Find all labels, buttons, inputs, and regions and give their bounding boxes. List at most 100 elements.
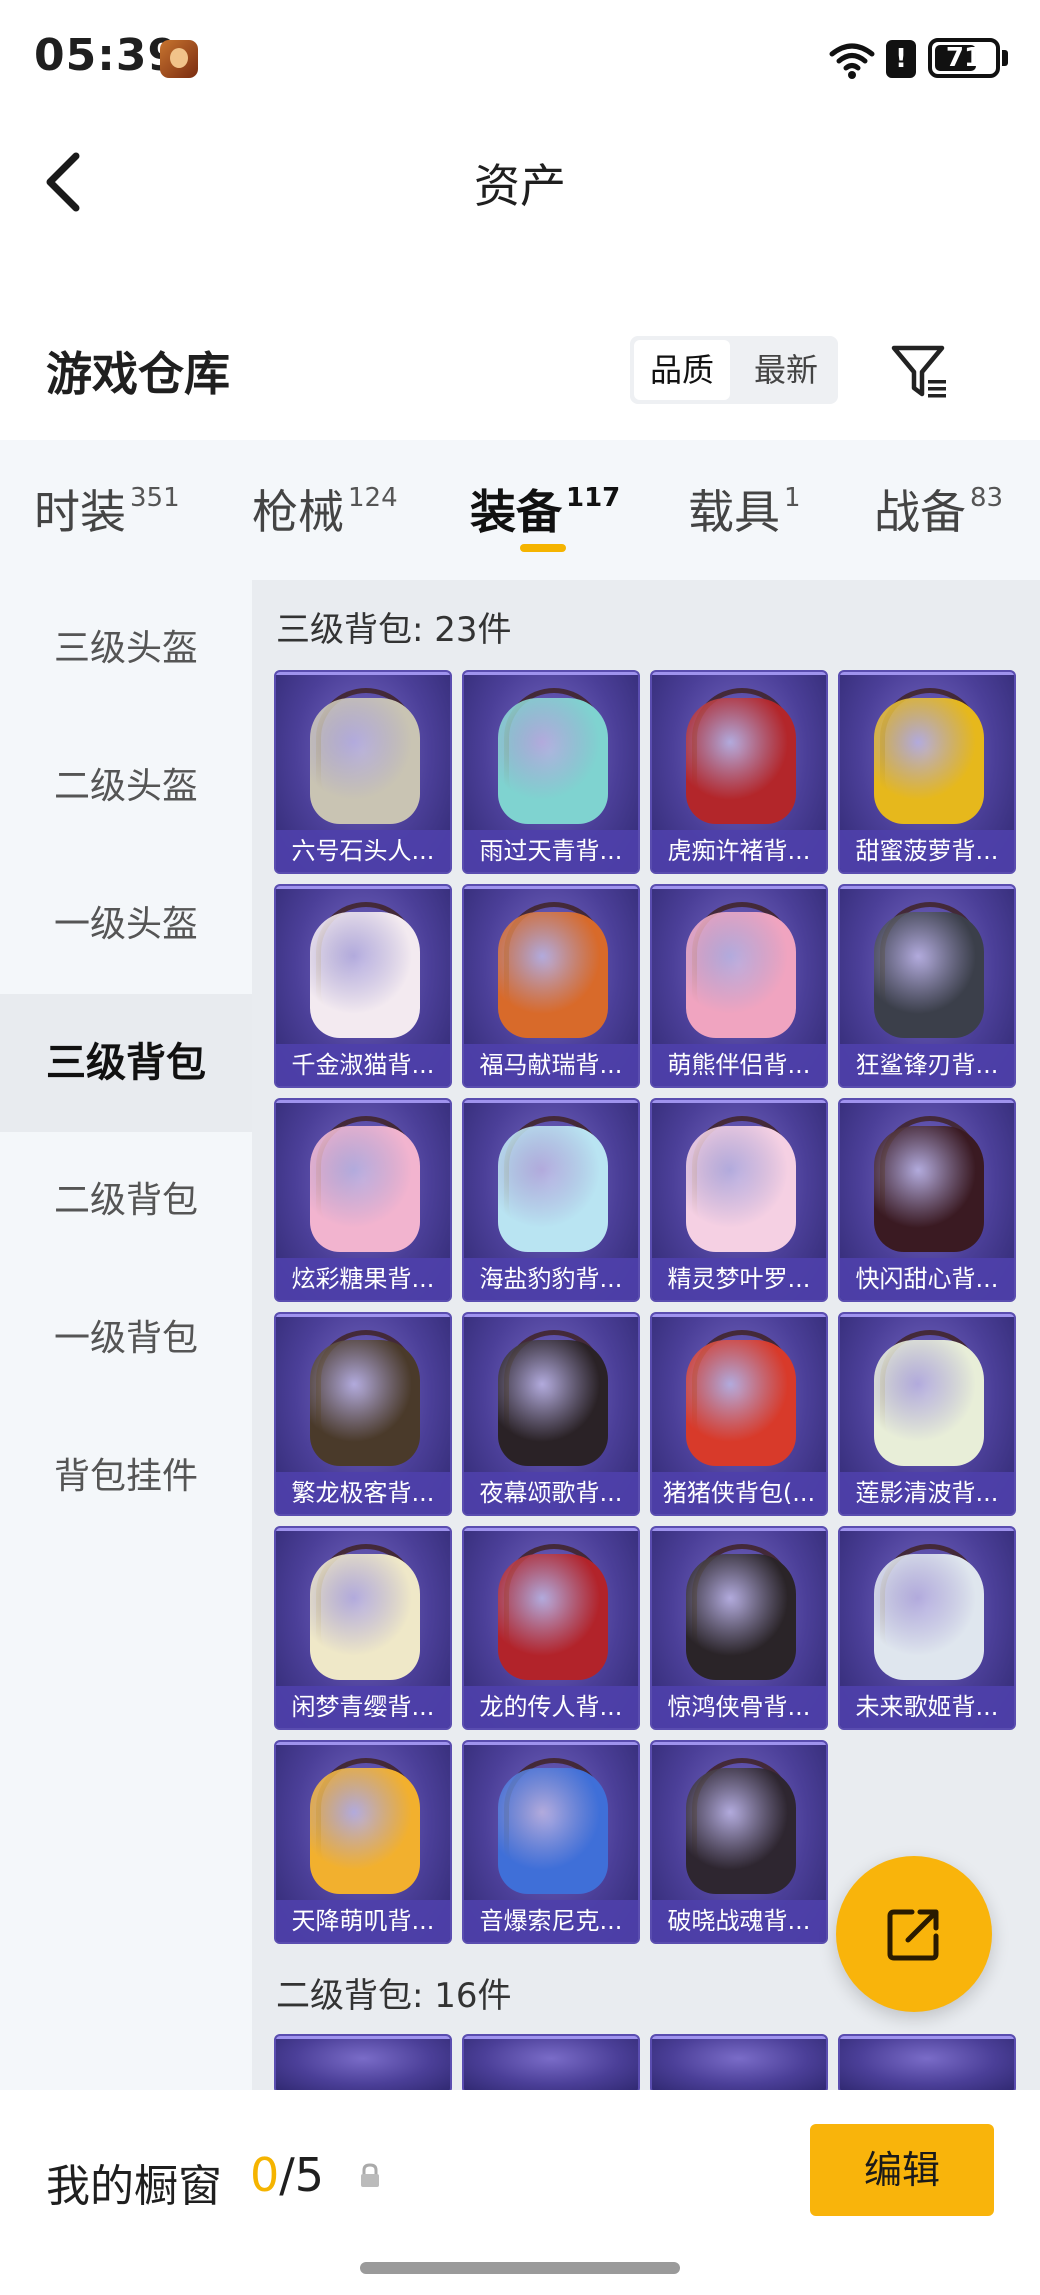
item-card[interactable]: 夜幕颂歌背... — [462, 1312, 640, 1516]
sidebar-item-level3-helmet[interactable]: 三级头盔 — [0, 580, 252, 718]
sidebar-item-level3-backpack[interactable]: 三级背包 — [0, 994, 252, 1132]
item-card[interactable]: 龙的传人背... — [462, 1526, 640, 1730]
item-name: 猪猪侠背包(... — [652, 1472, 826, 1514]
item-name: 破晓战魂背... — [652, 1900, 826, 1942]
item-name: 雨过天青背... — [464, 830, 638, 872]
backpack-image — [686, 1768, 796, 1894]
backpack-image — [310, 1340, 420, 1466]
filter-button[interactable] — [888, 340, 952, 404]
warehouse-title: 游戏仓库 — [46, 347, 230, 401]
item-card[interactable]: 音爆索尼克... — [462, 1740, 640, 1944]
tab-count: 83 — [970, 483, 1004, 513]
item-card[interactable]: 快闪甜心背... — [838, 1098, 1016, 1302]
item-card[interactable]: 猪猪侠背包(... — [650, 1312, 828, 1516]
wifi-icon — [829, 43, 875, 79]
tab-vehicles[interactable]: 载具 1 — [688, 476, 801, 542]
sidebar-item-level1-helmet[interactable]: 一级头盔 — [0, 856, 252, 994]
item-name: 炫彩糖果背... — [276, 1258, 450, 1300]
page-title: 资产 — [474, 159, 566, 213]
item-name: 龙的传人背... — [464, 1686, 638, 1728]
item-card[interactable]: 海盐豹豹背... — [462, 1098, 640, 1302]
item-card[interactable]: 精灵梦叶罗... — [650, 1098, 828, 1302]
backpack-image — [874, 1126, 984, 1252]
item-card[interactable]: 千金淑猫背... — [274, 884, 452, 1088]
item-card[interactable]: 雨过天青背... — [462, 670, 640, 874]
tab-firearms[interactable]: 枪械 124 — [252, 476, 398, 542]
status-time: 05:39 — [34, 30, 180, 81]
tab-label: 装备 — [470, 485, 562, 539]
backpack-image — [310, 698, 420, 824]
item-card[interactable]: 未来歌姬背... — [838, 1526, 1016, 1730]
sidebar-item-level1-backpack[interactable]: 一级背包 — [0, 1270, 252, 1408]
backpack-image — [498, 1554, 608, 1680]
tab-equipment[interactable]: 装备 117 — [470, 476, 620, 542]
item-card[interactable] — [274, 2034, 452, 2090]
backpack-image — [310, 1554, 420, 1680]
item-card[interactable] — [838, 2034, 1016, 2090]
item-card[interactable]: 甜蜜菠萝背... — [838, 670, 1016, 874]
item-card[interactable]: 莲影清波背... — [838, 1312, 1016, 1516]
item-name: 闲梦青缨背... — [276, 1686, 450, 1728]
item-card[interactable] — [650, 2034, 828, 2090]
edit-button[interactable]: 编辑 — [810, 2124, 994, 2216]
tab-label: 载具 — [688, 485, 780, 539]
item-name: 音爆索尼克... — [464, 1900, 638, 1942]
item-card[interactable]: 虎痴许褚背... — [650, 670, 828, 874]
item-card[interactable]: 闲梦青缨背... — [274, 1526, 452, 1730]
item-card[interactable]: 六号石头人... — [274, 670, 452, 874]
item-name: 繁龙极客背... — [276, 1472, 450, 1514]
tab-label: 时装 — [34, 485, 126, 539]
sidebar-item-level2-backpack[interactable]: 二级背包 — [0, 1132, 252, 1270]
home-indicator[interactable] — [360, 2262, 680, 2274]
sort-quality-option[interactable]: 品质 — [634, 340, 730, 400]
item-card[interactable]: 繁龙极客背... — [274, 1312, 452, 1516]
share-button[interactable] — [836, 1856, 992, 2012]
item-card[interactable]: 萌熊伴侣背... — [650, 884, 828, 1088]
item-card[interactable]: 福马献瑞背... — [462, 884, 640, 1088]
sort-newest-option[interactable]: 最新 — [738, 340, 834, 400]
showcase-count: 0/5 — [250, 2148, 324, 2202]
app-notification-icon — [160, 40, 198, 78]
backpack-image — [310, 1768, 420, 1894]
category-tab-bar: 时装 351 枪械 124 装备 117 载具 1 战备 83 — [0, 440, 1040, 580]
group-title-level3: 三级背包: 23件 — [276, 610, 512, 650]
item-name: 未来歌姬背... — [840, 1686, 1014, 1728]
backpack-image — [310, 1126, 420, 1252]
backpack-image — [686, 1554, 796, 1680]
item-name: 甜蜜菠萝背... — [840, 830, 1014, 872]
item-card[interactable] — [462, 2034, 640, 2090]
item-name: 千金淑猫背... — [276, 1044, 450, 1086]
item-name: 快闪甜心背... — [840, 1258, 1014, 1300]
tab-fashion[interactable]: 时装 351 — [34, 476, 180, 542]
showcase-total: /5 — [279, 2148, 325, 2202]
sidebar-item-backpack-pendant[interactable]: 背包挂件 — [0, 1408, 252, 1546]
item-name: 惊鸿侠骨背... — [652, 1686, 826, 1728]
item-card[interactable]: 惊鸿侠骨背... — [650, 1526, 828, 1730]
tab-count: 1 — [784, 483, 801, 513]
backpack-image — [498, 912, 608, 1038]
sidebar-item-level2-helmet[interactable]: 二级头盔 — [0, 718, 252, 856]
battery-tip — [1002, 50, 1008, 66]
item-card[interactable]: 狂鲨锋刃背... — [838, 884, 1016, 1088]
backpack-image — [498, 1768, 608, 1894]
item-name: 莲影清波背... — [840, 1472, 1014, 1514]
item-name: 夜幕颂歌背... — [464, 1472, 638, 1514]
backpack-image — [686, 698, 796, 824]
tab-label: 战备 — [874, 485, 966, 539]
item-card[interactable]: 炫彩糖果背... — [274, 1098, 452, 1302]
backpack-image — [498, 698, 608, 824]
item-card[interactable]: 破晓战魂背... — [650, 1740, 828, 1944]
backpack-image — [310, 912, 420, 1038]
showcase-label: 我的橱窗 — [46, 2161, 222, 2212]
item-card[interactable]: 天降萌叽背... — [274, 1740, 452, 1944]
item-name: 六号石头人... — [276, 830, 450, 872]
item-name: 福马献瑞背... — [464, 1044, 638, 1086]
group-title-level2: 二级背包: 16件 — [276, 1976, 512, 2016]
tab-gear[interactable]: 战备 83 — [874, 476, 1003, 542]
battery-text: 71 — [945, 43, 983, 73]
filter-icon — [891, 345, 946, 398]
item-name: 天降萌叽背... — [276, 1900, 450, 1942]
item-name: 萌熊伴侣背... — [652, 1044, 826, 1086]
tab-label: 枪械 — [252, 485, 344, 539]
backpack-image — [686, 1126, 796, 1252]
